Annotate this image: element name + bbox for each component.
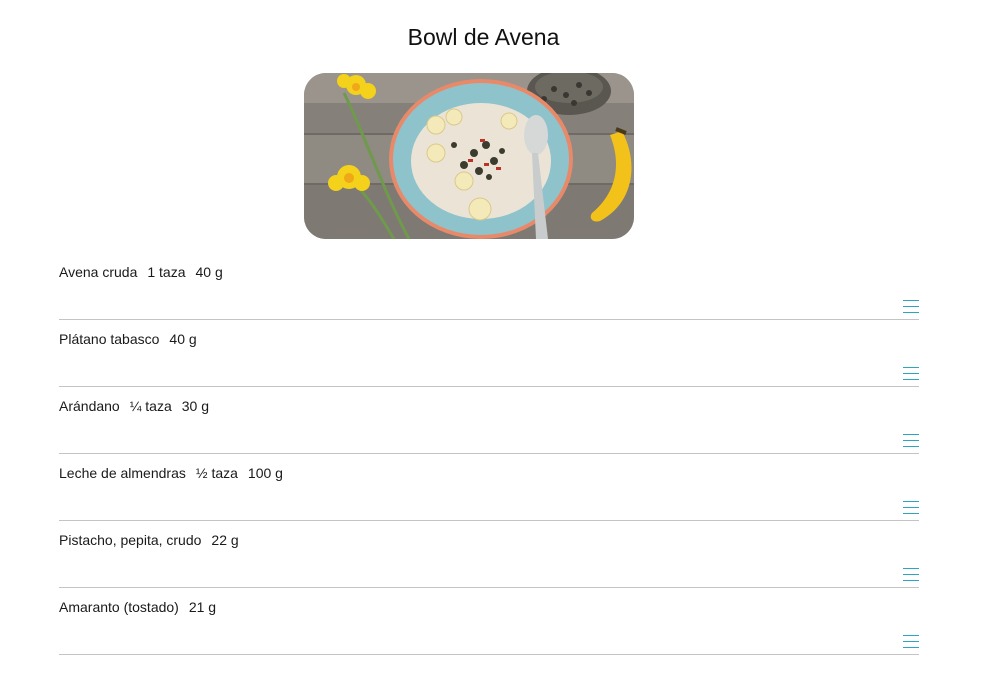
- drag-handle-icon[interactable]: [903, 568, 919, 581]
- ingredient-weight: 100 g: [247, 465, 283, 481]
- drag-handle-icon[interactable]: [903, 300, 919, 313]
- drag-handle-icon[interactable]: [903, 434, 919, 447]
- ingredient-quantity: ½ taza: [195, 465, 238, 481]
- ingredient-quantity: 1 taza: [147, 264, 186, 280]
- ingredient-weight: 30 g: [181, 398, 209, 414]
- drag-handle-icon[interactable]: [903, 635, 919, 648]
- oat-bowl-photo-icon: [304, 73, 634, 239]
- ingredient-weight: 21 g: [188, 599, 217, 615]
- ingredient-row[interactable]: Amaranto (tostado) 21 g: [59, 589, 919, 655]
- ingredient-weight: 22 g: [211, 532, 239, 548]
- ingredient-text: Plátano tabasco 40 g: [59, 331, 197, 347]
- ingredient-text: Avena cruda 1 taza 40 g: [59, 264, 223, 280]
- ingredient-text: Pistacho, pepita, crudo 22 g: [59, 532, 239, 548]
- ingredient-name: Pistacho, pepita, crudo: [59, 532, 202, 548]
- ingredient-row[interactable]: Leche de almendras ½ taza 100 g: [59, 455, 919, 521]
- ingredient-quantity: ¼ taza: [129, 398, 172, 414]
- ingredient-name: Avena cruda: [59, 264, 138, 280]
- drag-handle-icon[interactable]: [903, 367, 919, 380]
- ingredient-row[interactable]: Avena cruda 1 taza 40 g: [59, 254, 919, 320]
- ingredient-name: Amaranto (tostado): [59, 599, 179, 615]
- ingredient-row[interactable]: Pistacho, pepita, crudo 22 g: [59, 522, 919, 588]
- recipe-image: [304, 73, 634, 239]
- ingredient-weight: 40 g: [195, 264, 223, 280]
- ingredient-text: Arándano ¼ taza 30 g: [59, 398, 209, 414]
- ingredient-name: Leche de almendras: [59, 465, 186, 481]
- ingredient-name: Arándano: [59, 398, 120, 414]
- ingredient-row[interactable]: Arándano ¼ taza 30 g: [59, 388, 919, 454]
- ingredient-weight: 40 g: [169, 331, 197, 347]
- page-title: Bowl de Avena: [407, 24, 560, 50]
- ingredient-row[interactable]: Plátano tabasco 40 g: [59, 321, 919, 387]
- drag-handle-icon[interactable]: [903, 501, 919, 514]
- ingredient-list: Avena cruda 1 taza 40 g Plátano tabasco 40 …: [59, 254, 919, 656]
- ingredient-name: Plátano tabasco: [59, 331, 160, 347]
- ingredient-text: Leche de almendras ½ taza 100 g: [59, 465, 283, 481]
- ingredient-text: Amaranto (tostado) 21 g: [59, 599, 216, 615]
